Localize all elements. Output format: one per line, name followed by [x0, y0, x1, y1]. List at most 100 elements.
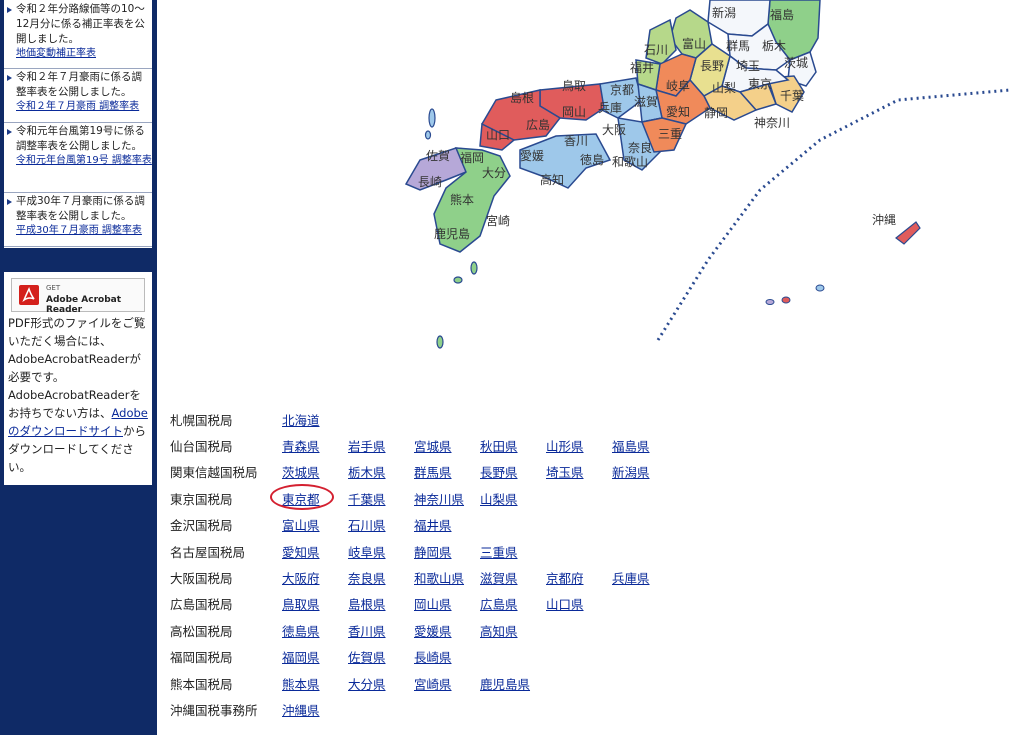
map-label[interactable]: 静岡 — [704, 106, 728, 120]
prefecture-link[interactable]: 熊本県 — [282, 677, 320, 692]
prefecture-link[interactable]: 宮城県 — [414, 439, 452, 454]
get-adobe-reader-button[interactable]: GET Adobe Acrobat Reader — [11, 278, 145, 315]
map-label[interactable]: 愛媛 — [520, 149, 544, 163]
pref-cell: 富山県 — [282, 512, 348, 538]
prefecture-link[interactable]: 三重県 — [480, 545, 518, 560]
prefecture-link[interactable]: 佐賀県 — [348, 650, 386, 665]
map-label[interactable]: 宮崎 — [486, 213, 510, 228]
prefecture-link[interactable]: 福島県 — [612, 439, 650, 454]
prefecture-link[interactable]: 埼玉県 — [546, 465, 584, 480]
office-name: 仙台国税局 — [170, 439, 233, 455]
prefecture-link[interactable]: 群馬県 — [414, 465, 452, 480]
prefecture-link[interactable]: 広島県 — [480, 597, 518, 612]
map-label[interactable]: 鳥取 — [562, 78, 586, 93]
news-link[interactable]: 地価変動補正率表 — [4, 47, 152, 61]
map-label[interactable]: 島根 — [510, 90, 534, 105]
prefecture-link[interactable]: 神奈川県 — [414, 492, 464, 507]
map-label[interactable]: 長崎 — [418, 175, 442, 189]
prefecture-link[interactable]: 青森県 — [282, 439, 320, 454]
prefecture-link[interactable]: 鹿児島県 — [480, 677, 530, 692]
map-label[interactable]: 福島 — [770, 7, 794, 22]
prefecture-link[interactable]: 長野県 — [480, 465, 518, 480]
map-label[interactable]: 和歌山 — [612, 154, 648, 169]
prefecture-link[interactable]: 北海道 — [282, 413, 320, 428]
prefecture-link[interactable]: 京都府 — [546, 571, 584, 586]
prefecture-link[interactable]: 和歌山県 — [414, 571, 464, 586]
map-label[interactable]: 新潟 — [712, 5, 736, 20]
prefecture-link[interactable]: 香川県 — [348, 624, 386, 639]
prefecture-link[interactable]: 沖縄県 — [282, 703, 320, 718]
prefecture-link[interactable]: 愛知県 — [282, 545, 320, 560]
prefecture-link[interactable]: 静岡県 — [414, 545, 452, 560]
prefecture-link[interactable]: 岐阜県 — [348, 545, 386, 560]
map-label[interactable]: 大阪 — [602, 123, 626, 137]
pref-cell: 石川県 — [348, 512, 414, 538]
map-label[interactable]: 茨城 — [784, 56, 808, 70]
map-label[interactable]: 愛知 — [666, 105, 690, 119]
news-link[interactable]: 令和元年台風第19号 調整率表 — [4, 154, 152, 168]
map-label[interactable]: 鹿児島 — [434, 226, 470, 241]
prefecture-link[interactable]: 新潟県 — [612, 465, 650, 480]
map-label[interactable]: 埼玉 — [736, 59, 760, 73]
map-label[interactable]: 京都 — [610, 83, 634, 97]
prefecture-link[interactable]: 大分県 — [348, 677, 386, 692]
prefecture-link[interactable]: 福井県 — [414, 518, 452, 533]
prefecture-link[interactable]: 栃木県 — [348, 465, 386, 480]
map-label[interactable]: 群馬 — [726, 39, 750, 53]
news-link[interactable]: 平成30年７月豪雨 調整率表 — [4, 224, 152, 238]
map-label[interactable]: 滋賀 — [634, 95, 658, 109]
map-label[interactable]: 富山 — [682, 36, 706, 51]
prefecture-link[interactable]: 島根県 — [348, 597, 386, 612]
map-label[interactable]: 広島 — [526, 117, 550, 132]
map-label[interactable]: 神奈川 — [754, 116, 790, 130]
map-label[interactable]: 山口 — [486, 128, 510, 142]
map-label[interactable]: 三重 — [658, 127, 682, 141]
prefecture-link[interactable]: 大阪府 — [282, 571, 320, 586]
map-label[interactable]: 兵庫 — [598, 101, 622, 115]
prefecture-link[interactable]: 岩手県 — [348, 439, 386, 454]
pref-cell: 青森県 — [282, 432, 348, 458]
map-label[interactable]: 千葉 — [780, 89, 804, 103]
prefecture-link[interactable]: 滋賀県 — [480, 571, 518, 586]
map-label[interactable]: 高知 — [540, 172, 564, 187]
map-label[interactable]: 奈良 — [628, 140, 652, 155]
prefecture-link[interactable]: 宮崎県 — [414, 677, 452, 692]
prefecture-link[interactable]: 高知県 — [480, 624, 518, 639]
prefecture-link[interactable]: 兵庫県 — [612, 571, 650, 586]
prefecture-link[interactable]: 岡山県 — [414, 597, 452, 612]
map-label[interactable]: 石川 — [644, 43, 668, 57]
map-label[interactable]: 香川 — [564, 134, 588, 148]
map-label[interactable]: 大分 — [482, 166, 506, 180]
prefecture-link[interactable]: 長崎県 — [414, 650, 452, 665]
prefecture-link[interactable]: 徳島県 — [282, 624, 320, 639]
map-label[interactable]: 東京 — [748, 77, 772, 91]
prefecture-link[interactable]: 茨城県 — [282, 465, 320, 480]
prefecture-link[interactable]: 愛媛県 — [414, 624, 452, 639]
map-label[interactable]: 徳島 — [580, 152, 604, 167]
map-label[interactable]: 長野 — [700, 59, 724, 73]
prefecture-link[interactable]: 奈良県 — [348, 571, 386, 586]
map-label[interactable]: 岐阜 — [666, 79, 690, 93]
prefecture-link[interactable]: 鳥取県 — [282, 597, 320, 612]
region-ishikawa[interactable] — [645, 18, 677, 65]
prefecture-link[interactable]: 山梨県 — [480, 492, 518, 507]
prefecture-link[interactable]: 千葉県 — [348, 492, 386, 507]
prefecture-link[interactable]: 山口県 — [546, 597, 584, 612]
map-label[interactable]: 山梨 — [712, 81, 736, 95]
map-label[interactable]: 栃木 — [762, 39, 786, 53]
prefecture-link[interactable]: 秋田県 — [480, 439, 518, 454]
news-link[interactable]: 令和２年７月豪雨 調整率表 — [4, 100, 152, 114]
map-label[interactable]: 岡山 — [562, 105, 586, 119]
map-label[interactable]: 佐賀 — [426, 149, 450, 163]
map-label[interactable]: 福岡 — [460, 150, 484, 165]
prefecture-link[interactable]: 山形県 — [546, 439, 584, 454]
prefecture-link[interactable]: 東京都 — [282, 492, 320, 507]
prefecture-link[interactable]: 石川県 — [348, 518, 386, 533]
map-label[interactable]: 福井 — [630, 60, 654, 75]
map-label[interactable]: 熊本 — [450, 192, 474, 207]
prefecture-link[interactable]: 富山県 — [282, 518, 320, 533]
pref-cell: 高知県 — [480, 617, 546, 643]
okinawa-island[interactable] — [895, 221, 921, 245]
map-label[interactable]: 沖縄 — [872, 212, 896, 227]
prefecture-link[interactable]: 福岡県 — [282, 650, 320, 665]
